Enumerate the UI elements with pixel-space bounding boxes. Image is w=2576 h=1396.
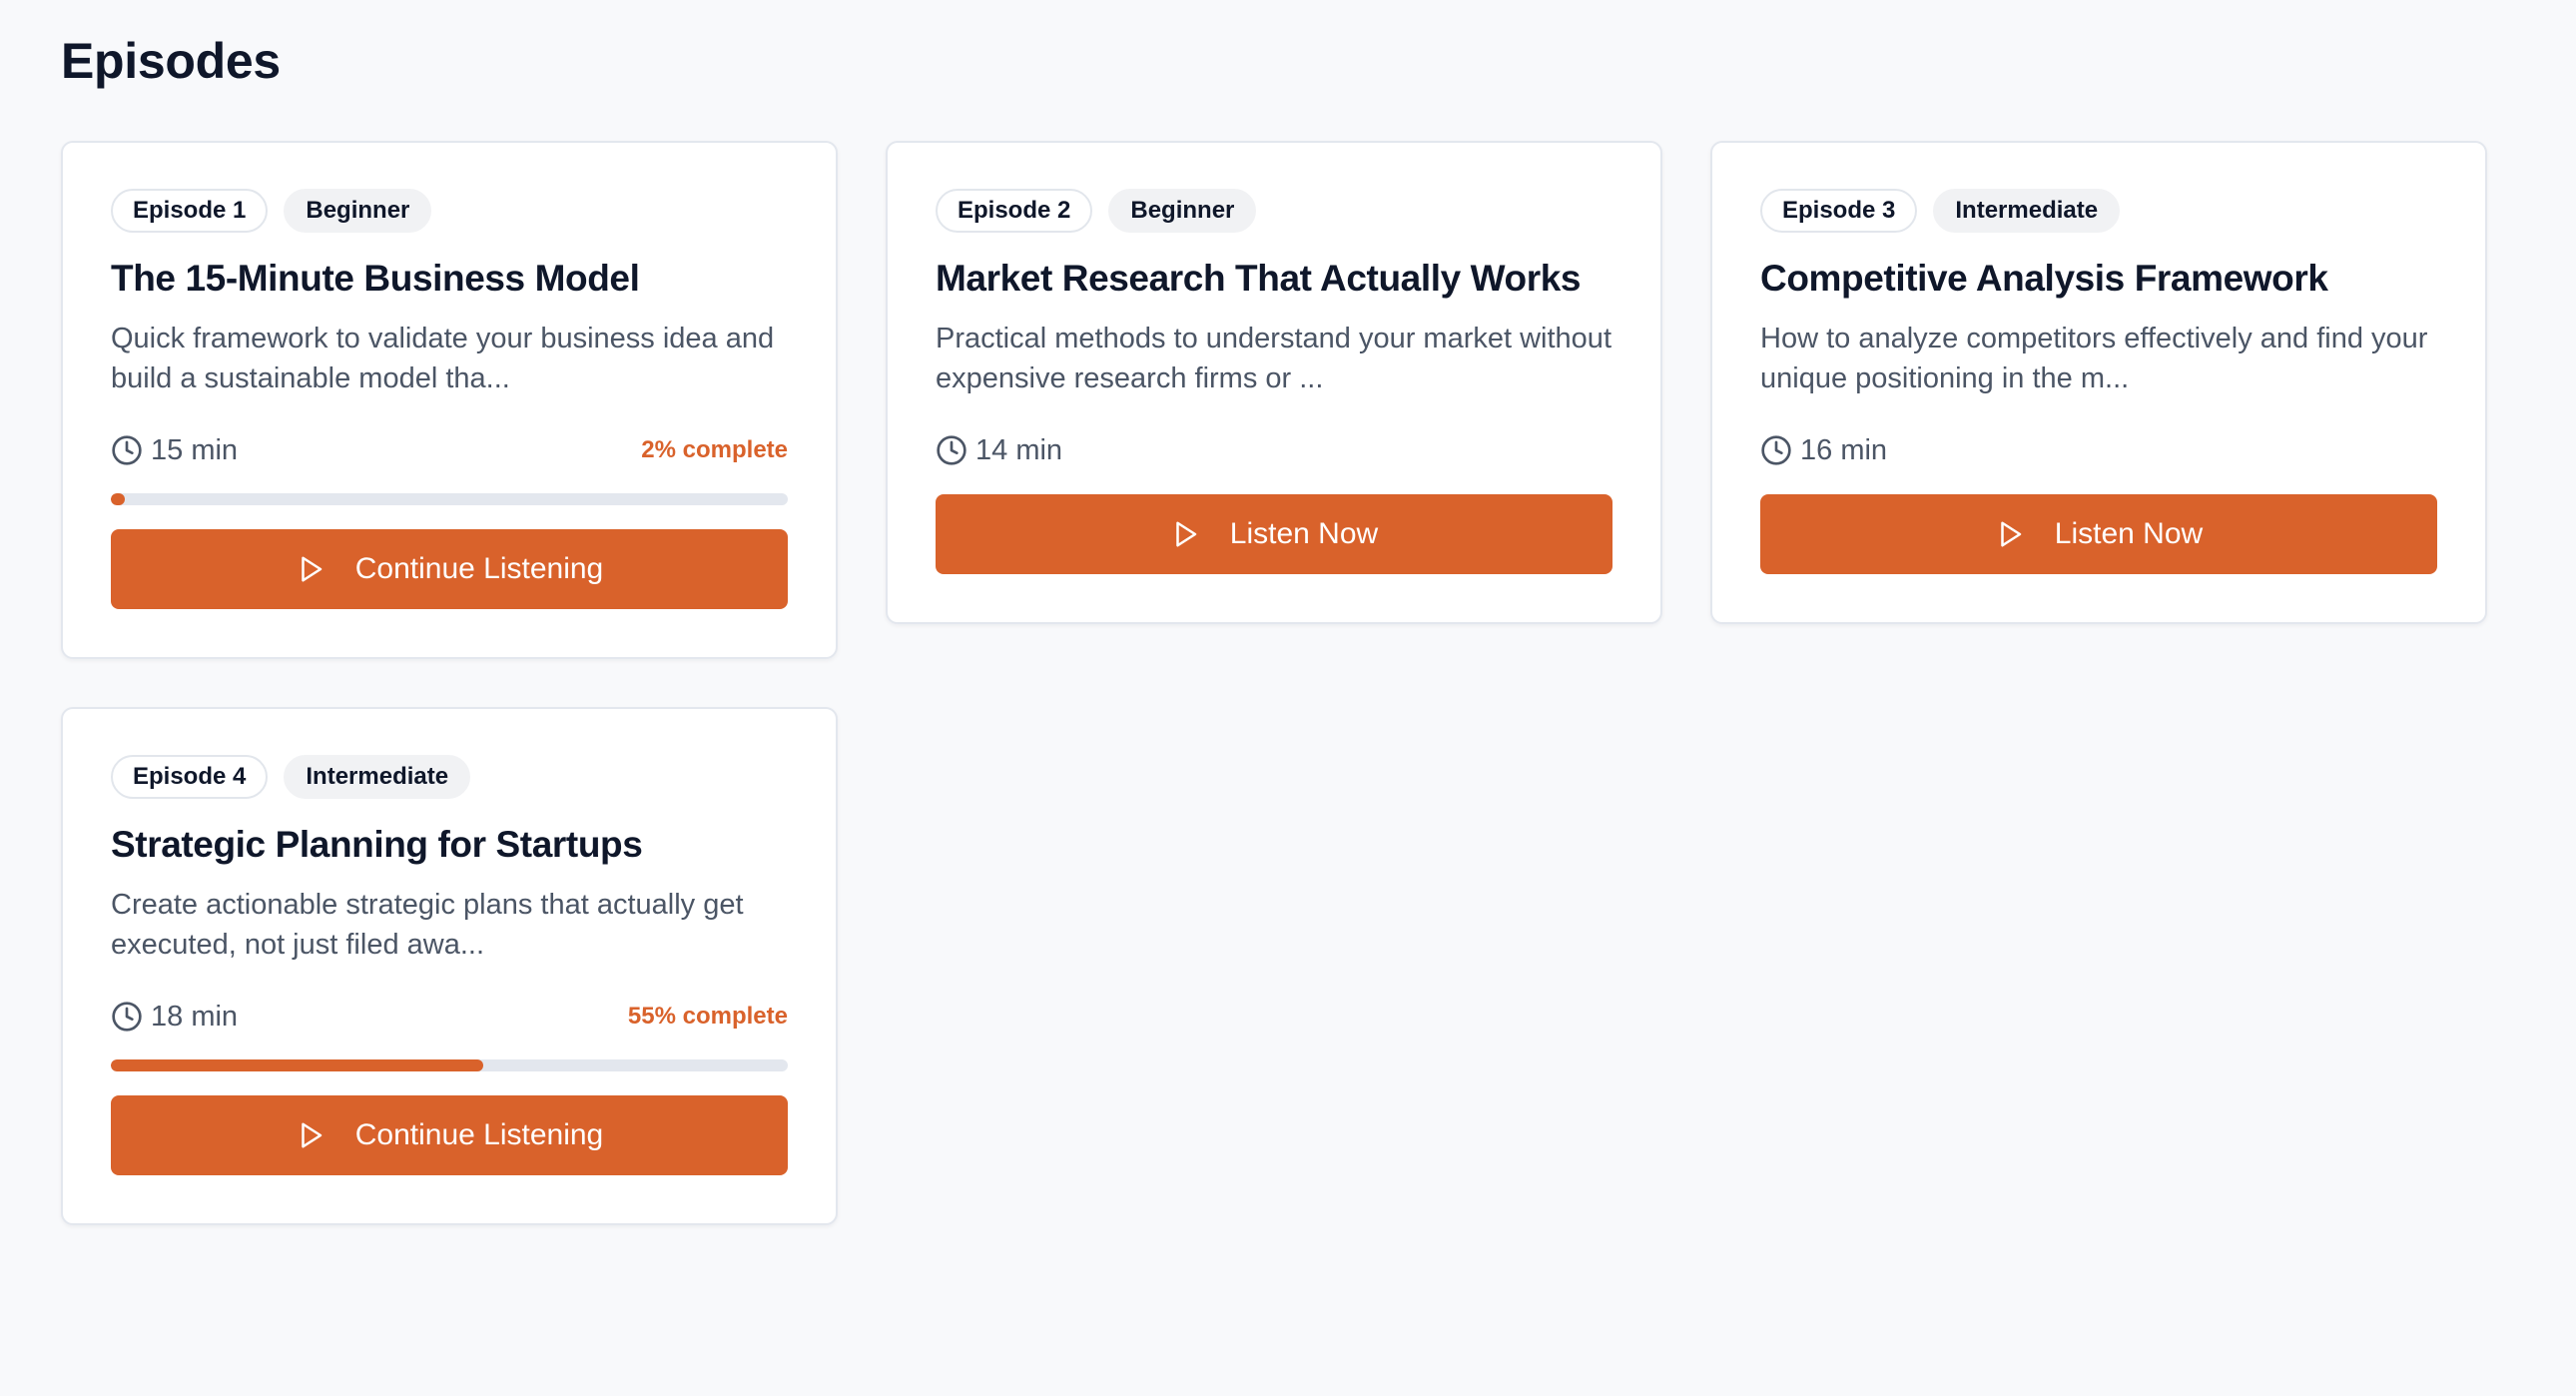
listen-now-button[interactable]: Listen Now: [936, 494, 1612, 574]
listen-now-button[interactable]: Listen Now: [1760, 494, 2437, 574]
episode-title: Strategic Planning for Startups: [111, 824, 643, 865]
button-label: Continue Listening: [354, 1118, 604, 1151]
clock-icon: [937, 435, 966, 465]
episode-description: How to analyze competitors effectively a…: [1760, 323, 2428, 394]
continue-listening-button[interactable]: Continue Listening: [111, 1095, 788, 1175]
episode-title: Competitive Analysis Framework: [1760, 258, 2328, 299]
duration: 18 min: [111, 1001, 238, 1034]
episode-title: The 15-Minute Business Model: [111, 258, 640, 299]
button-label: Continue Listening: [354, 552, 604, 585]
episode-number-badge: Episode 2: [936, 189, 1093, 233]
episodes-page: Episodes Episode 1 Beginner The 15-Minut…: [0, 0, 2576, 1396]
duration-text: 18 min: [151, 1000, 239, 1033]
level-badge: Intermediate: [1933, 189, 2121, 233]
episode-meta: 18 min 55% complete: [111, 997, 788, 1037]
page-title: Episodes: [61, 33, 281, 89]
episode-card: Episode 1 Beginner The 15-Minute Busines…: [61, 141, 838, 659]
button-label: Listen Now: [1229, 517, 1379, 550]
episode-title: Market Research That Actually Works: [936, 258, 1582, 299]
episode-tags: Episode 3 Intermediate: [1760, 189, 2437, 233]
episode-description: Practical methods to understand your mar…: [936, 323, 1611, 394]
duration: 16 min: [1760, 434, 1887, 467]
clock-icon: [112, 435, 142, 465]
level-badge: Intermediate: [284, 755, 471, 799]
episode-description: Quick framework to validate your busines…: [111, 323, 775, 394]
episode-number-badge: Episode 3: [1760, 189, 1918, 233]
play-icon: [1176, 521, 1197, 547]
episode-card: Episode 4 Intermediate Strategic Plannin…: [61, 707, 838, 1225]
progress-bar: [111, 1059, 788, 1071]
button-label: Listen Now: [2054, 517, 2204, 550]
level-badge: Beginner: [1108, 189, 1257, 233]
progress-label: 2% complete: [641, 436, 788, 463]
episode-tags: Episode 4 Intermediate: [111, 755, 788, 799]
progress-bar-fill: [111, 493, 125, 505]
episode-meta: 16 min: [1760, 430, 2437, 470]
episode-meta: 14 min: [936, 430, 1612, 470]
duration: 14 min: [936, 434, 1062, 467]
duration-text: 16 min: [1800, 433, 1888, 466]
play-icon: [301, 1122, 322, 1148]
episode-description: Create actionable strategic plans that a…: [111, 889, 744, 961]
play-icon: [2001, 521, 2022, 547]
episode-grid: Episode 1 Beginner The 15-Minute Busines…: [61, 141, 2515, 1225]
episode-card: Episode 3 Intermediate Competitive Analy…: [1710, 141, 2487, 624]
episode-meta: 15 min 2% complete: [111, 430, 788, 470]
episode-number-badge: Episode 1: [111, 189, 269, 233]
progress-label: 55% complete: [627, 1003, 788, 1030]
episode-card: Episode 2 Beginner Market Research That …: [886, 141, 1662, 624]
progress-bar: [111, 493, 788, 505]
episode-tags: Episode 1 Beginner: [111, 189, 788, 233]
duration-text: 15 min: [151, 433, 239, 466]
level-badge: Beginner: [284, 189, 432, 233]
duration: 15 min: [111, 434, 238, 467]
duration-text: 14 min: [975, 433, 1063, 466]
clock-icon: [112, 1002, 142, 1032]
episode-tags: Episode 2 Beginner: [936, 189, 1612, 233]
play-icon: [301, 556, 322, 582]
progress-bar-fill: [111, 1059, 483, 1071]
clock-icon: [1761, 435, 1791, 465]
episode-number-badge: Episode 4: [111, 755, 269, 799]
continue-listening-button[interactable]: Continue Listening: [111, 529, 788, 609]
